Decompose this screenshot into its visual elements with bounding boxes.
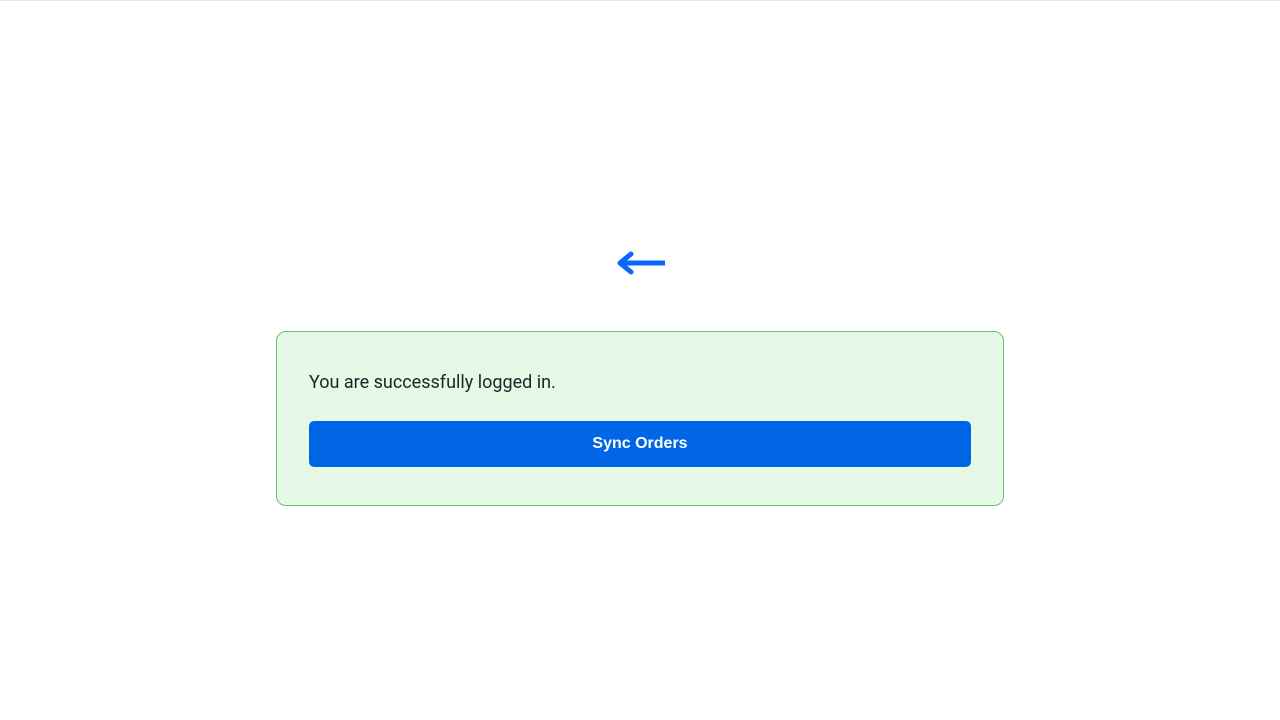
main-container: You are successfully logged in. Sync Ord… — [0, 1, 1280, 506]
sync-orders-button[interactable]: Sync Orders — [309, 421, 971, 467]
back-arrow-icon[interactable] — [615, 251, 665, 279]
success-card: You are successfully logged in. Sync Ord… — [276, 331, 1004, 506]
status-message: You are successfully logged in. — [309, 372, 971, 393]
